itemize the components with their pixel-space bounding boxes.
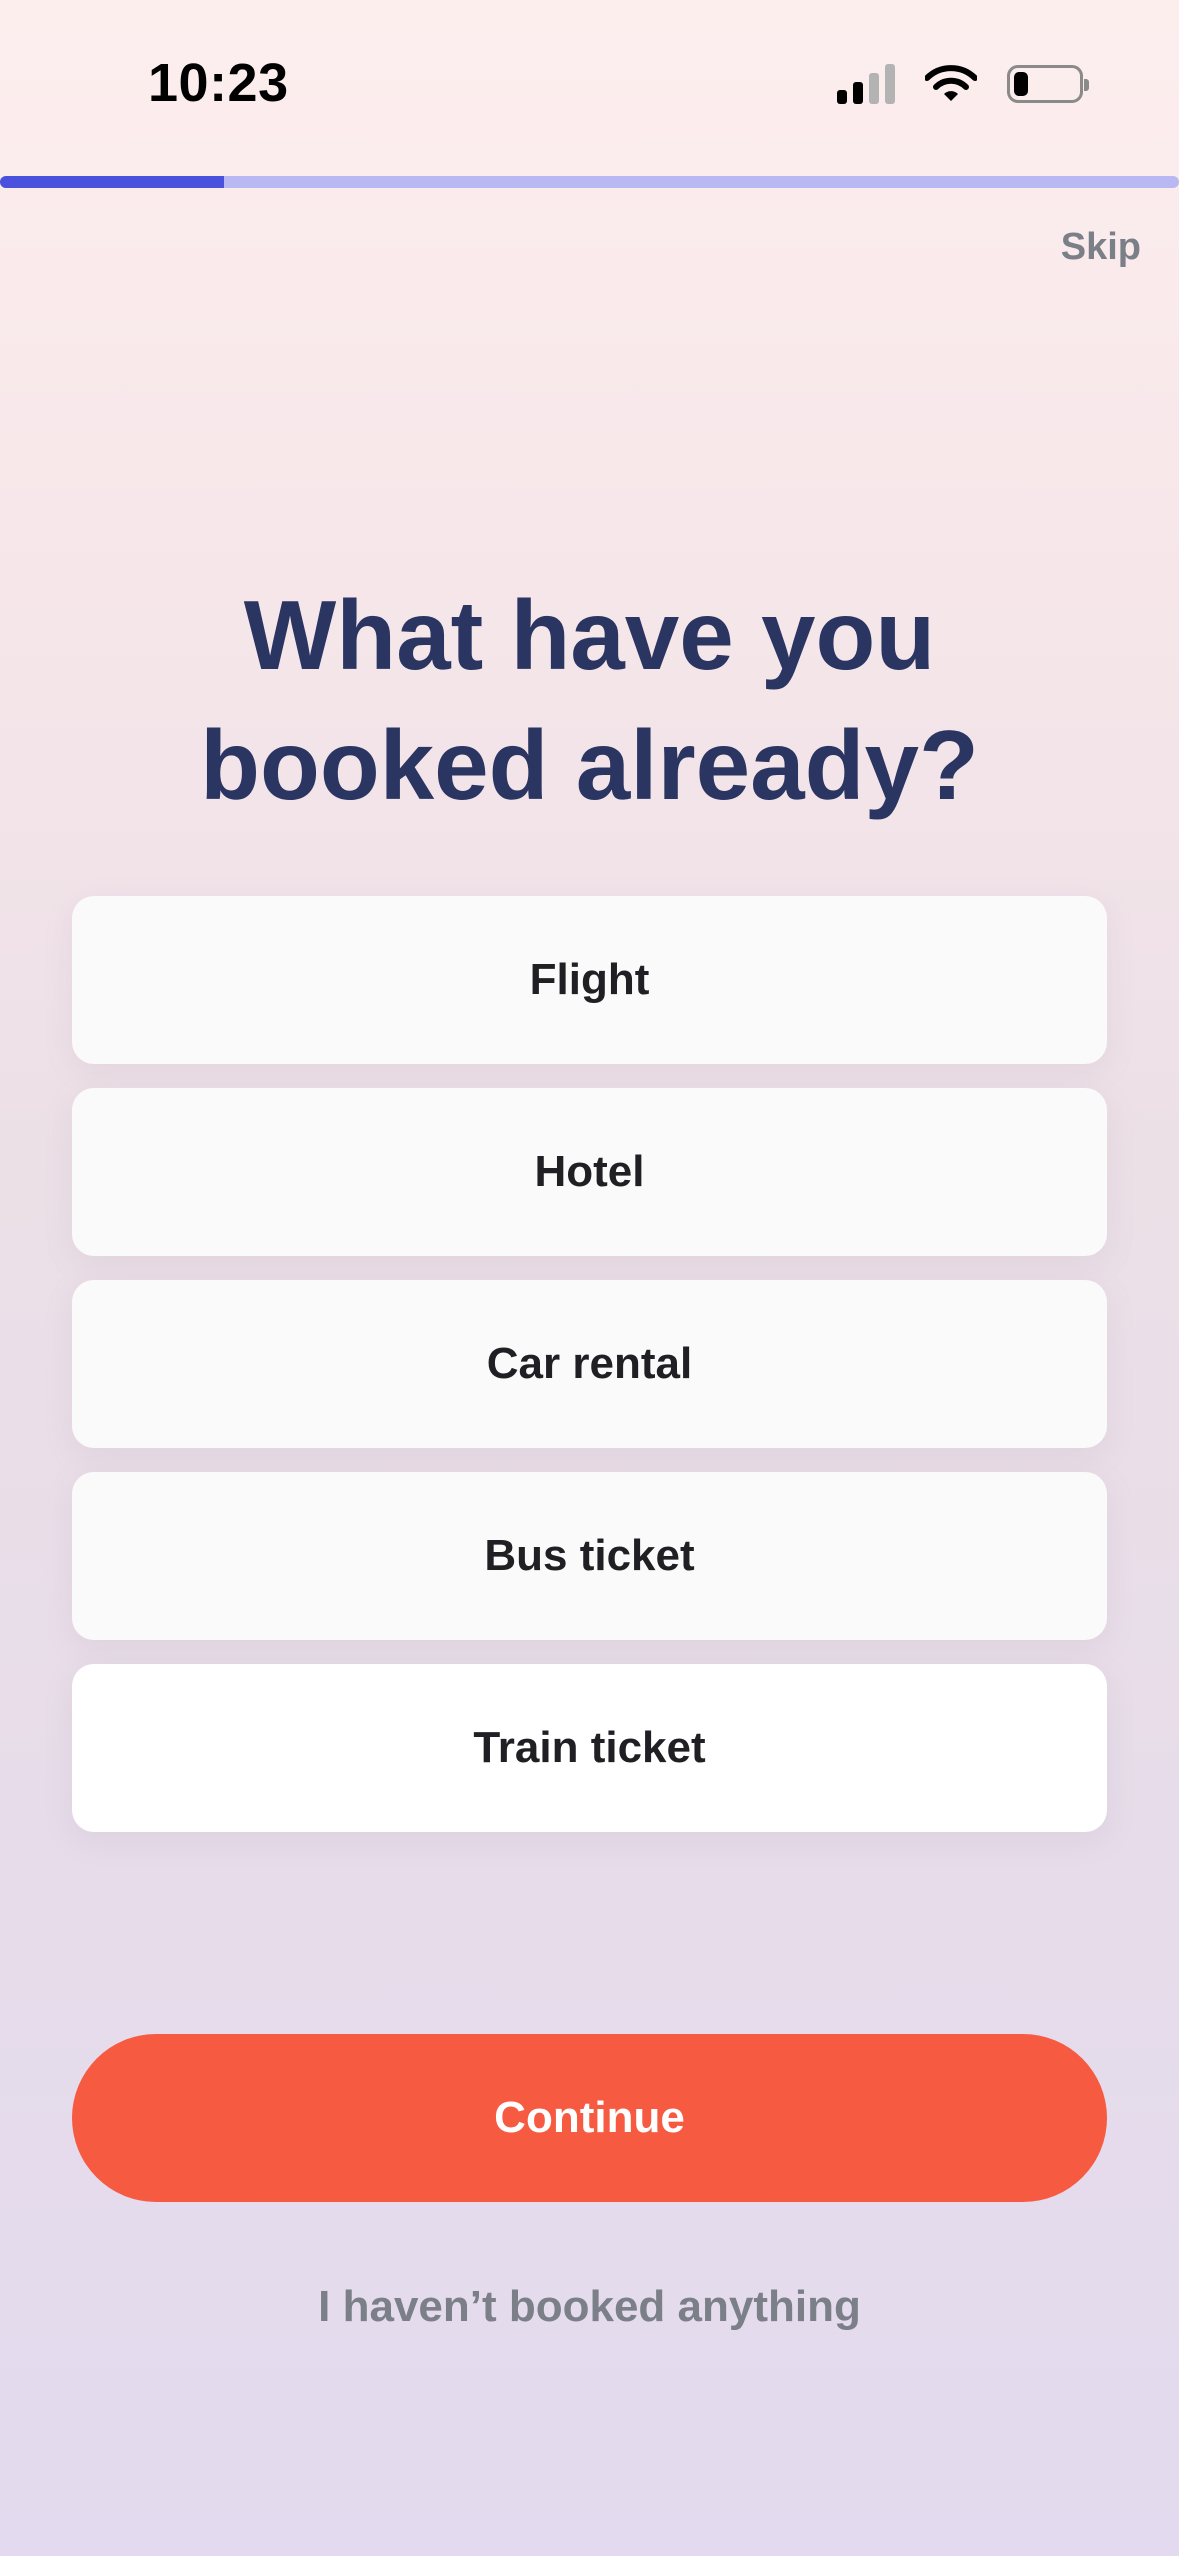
option-train-ticket[interactable]: Train ticket bbox=[72, 1664, 1107, 1832]
status-bar: 10:23 bbox=[0, 0, 1179, 175]
skip-button[interactable]: Skip bbox=[1061, 226, 1141, 269]
option-car-rental[interactable]: Car rental bbox=[72, 1280, 1107, 1448]
no-booking-link[interactable]: I haven’t booked anything bbox=[0, 2282, 1179, 2332]
option-bus-ticket[interactable]: Bus ticket bbox=[72, 1472, 1107, 1640]
progress-bar bbox=[0, 176, 1179, 188]
progress-bar-fill bbox=[0, 176, 224, 188]
cellular-signal-icon bbox=[837, 64, 895, 104]
page-title-line-2: booked already? bbox=[200, 710, 979, 820]
status-icons bbox=[837, 64, 1089, 104]
option-hotel[interactable]: Hotel bbox=[72, 1088, 1107, 1256]
wifi-icon bbox=[925, 65, 977, 103]
page-title: What have you booked already? bbox=[0, 570, 1179, 830]
continue-button[interactable]: Continue bbox=[72, 2034, 1107, 2202]
battery-low-icon bbox=[1007, 65, 1089, 103]
booking-options-list: Flight Hotel Car rental Bus ticket Train… bbox=[72, 896, 1107, 1856]
option-flight[interactable]: Flight bbox=[72, 896, 1107, 1064]
page-title-line-1: What have you bbox=[243, 580, 936, 690]
status-time: 10:23 bbox=[148, 53, 289, 113]
